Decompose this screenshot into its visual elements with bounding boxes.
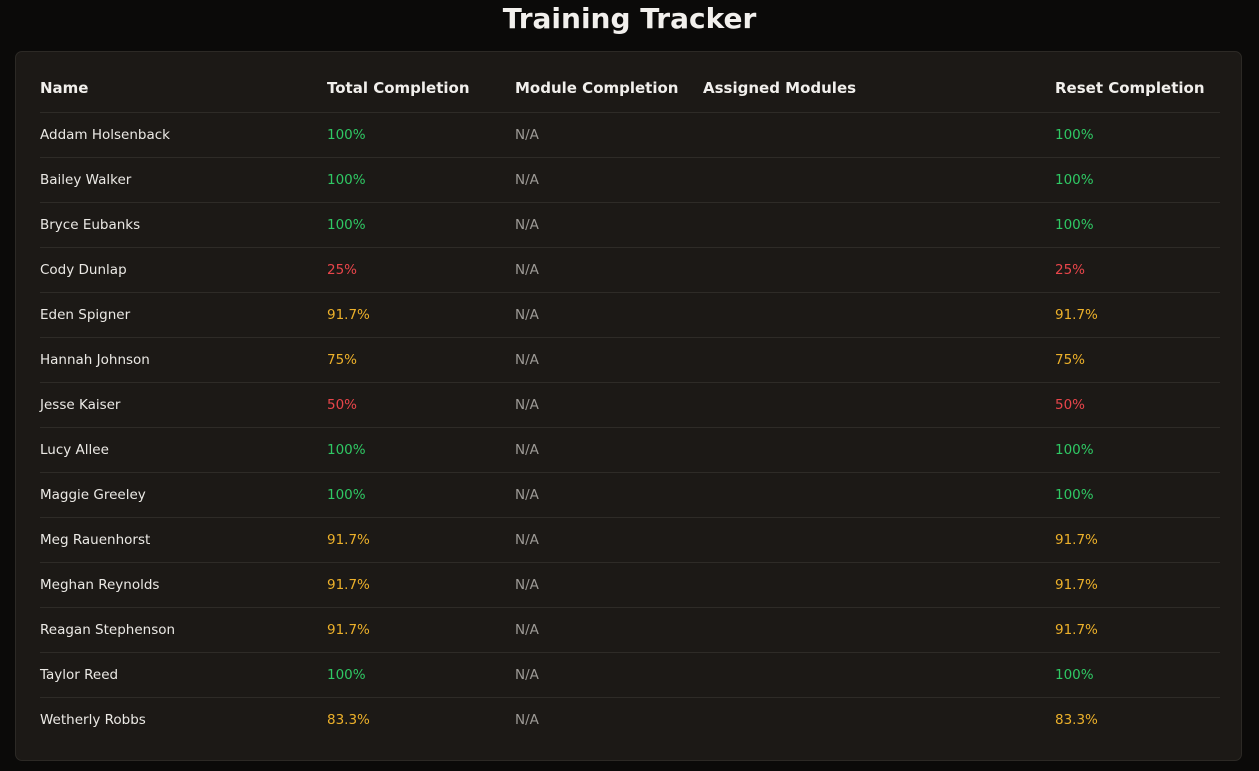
- cell-assigned-modules: [703, 382, 1055, 428]
- cell-module-completion: N/A: [515, 517, 703, 563]
- table-row: Lucy Allee 100% N/A 100%: [40, 427, 1220, 473]
- cell-module-completion: N/A: [515, 112, 703, 158]
- cell-total-completion: 100%: [327, 472, 515, 518]
- training-table: Name Total Completion Module Completion …: [40, 64, 1220, 742]
- cell-reset-completion: 100%: [1055, 427, 1220, 473]
- tracker-card: Name Total Completion Module Completion …: [15, 51, 1242, 761]
- table-row: Wetherly Robbs 83.3% N/A 83.3%: [40, 698, 1220, 743]
- cell-module-completion: N/A: [515, 652, 703, 698]
- table-row: Addam Holsenback 100% N/A 100%: [40, 112, 1220, 158]
- cell-total-completion: 91.7%: [327, 517, 515, 563]
- cell-reset-completion: 100%: [1055, 472, 1220, 518]
- cell-module-completion: N/A: [515, 472, 703, 518]
- column-header-total-completion: Total Completion: [327, 64, 515, 113]
- cell-assigned-modules: [703, 607, 1055, 653]
- cell-reset-completion: 75%: [1055, 337, 1220, 383]
- cell-assigned-modules: [703, 247, 1055, 293]
- cell-name: Hannah Johnson: [40, 337, 327, 383]
- cell-reset-completion: 25%: [1055, 247, 1220, 293]
- cell-assigned-modules: [703, 157, 1055, 203]
- cell-reset-completion: 91.7%: [1055, 292, 1220, 338]
- cell-total-completion: 75%: [327, 337, 515, 383]
- cell-total-completion: 83.3%: [327, 712, 370, 728]
- cell-total-completion: 100%: [327, 427, 515, 473]
- cell-name: Meg Rauenhorst: [40, 517, 327, 563]
- cell-total-completion: 100%: [327, 202, 515, 248]
- column-header-assigned-modules: Assigned Modules: [703, 64, 1055, 113]
- cell-reset-completion: 91.7%: [1055, 517, 1220, 563]
- cell-module-completion: N/A: [515, 247, 703, 293]
- table-row: Hannah Johnson 75% N/A 75%: [40, 337, 1220, 383]
- cell-module-completion: N/A: [515, 382, 703, 428]
- cell-module-completion: N/A: [515, 292, 703, 338]
- cell-reset-completion: 100%: [1055, 157, 1220, 203]
- cell-total-completion: 100%: [327, 157, 515, 203]
- cell-module-completion: N/A: [515, 712, 539, 728]
- cell-assigned-modules: [703, 562, 1055, 608]
- cell-assigned-modules: [703, 472, 1055, 518]
- table-row: Cody Dunlap 25% N/A 25%: [40, 247, 1220, 293]
- table-row: Maggie Greeley 100% N/A 100%: [40, 472, 1220, 518]
- cell-total-completion: 100%: [327, 112, 515, 158]
- cell-reset-completion: 91.7%: [1055, 562, 1220, 608]
- cell-reset-completion: 50%: [1055, 382, 1220, 428]
- table-row: Meg Rauenhorst 91.7% N/A 91.7%: [40, 517, 1220, 563]
- cell-name: Taylor Reed: [40, 652, 327, 698]
- cell-name: Wetherly Robbs: [40, 712, 146, 728]
- cell-name: Reagan Stephenson: [40, 607, 327, 653]
- cell-reset-completion: 100%: [1055, 202, 1220, 248]
- cell-module-completion: N/A: [515, 562, 703, 608]
- cell-reset-completion: 100%: [1055, 652, 1220, 698]
- table-row: Meghan Reynolds 91.7% N/A 91.7%: [40, 562, 1220, 608]
- cell-module-completion: N/A: [515, 157, 703, 203]
- cell-name: Cody Dunlap: [40, 247, 327, 293]
- cell-reset-completion: 91.7%: [1055, 607, 1220, 653]
- cell-assigned-modules: [703, 112, 1055, 158]
- cell-assigned-modules: [703, 517, 1055, 563]
- cell-assigned-modules: [703, 427, 1055, 473]
- cell-module-completion: N/A: [515, 427, 703, 473]
- cell-total-completion: 25%: [327, 247, 515, 293]
- cell-assigned-modules: [703, 202, 1055, 248]
- table-row: Bailey Walker 100% N/A 100%: [40, 157, 1220, 203]
- table-row: Bryce Eubanks 100% N/A 100%: [40, 202, 1220, 248]
- cell-name: Bailey Walker: [40, 157, 327, 203]
- column-header-reset-completion: Reset Completion: [1055, 64, 1220, 113]
- column-header-name: Name: [40, 64, 327, 113]
- column-header-module-completion: Module Completion: [515, 64, 703, 113]
- table-row: Jesse Kaiser 50% N/A 50%: [40, 382, 1220, 428]
- cell-module-completion: N/A: [515, 337, 703, 383]
- table-row: Reagan Stephenson 91.7% N/A 91.7%: [40, 607, 1220, 653]
- cell-total-completion: 91.7%: [327, 562, 515, 608]
- table-row: Taylor Reed 100% N/A 100%: [40, 652, 1220, 698]
- cell-name: Lucy Allee: [40, 427, 327, 473]
- cell-assigned-modules: [703, 292, 1055, 338]
- cell-assigned-modules: [703, 652, 1055, 698]
- cell-assigned-modules: [703, 337, 1055, 383]
- cell-total-completion: 91.7%: [327, 607, 515, 653]
- table-header-row: Name Total Completion Module Completion …: [40, 64, 1220, 113]
- cell-assigned-modules: [703, 698, 1055, 743]
- table-row: Eden Spigner 91.7% N/A 91.7%: [40, 292, 1220, 338]
- cell-total-completion: 91.7%: [327, 292, 515, 338]
- cell-module-completion: N/A: [515, 202, 703, 248]
- cell-name: Jesse Kaiser: [40, 382, 327, 428]
- cell-reset-completion: 83.3%: [1055, 712, 1098, 728]
- cell-module-completion: N/A: [515, 607, 703, 653]
- cell-name: Eden Spigner: [40, 292, 327, 338]
- cell-reset-completion: 100%: [1055, 112, 1220, 158]
- cell-name: Addam Holsenback: [40, 112, 327, 158]
- cell-name: Maggie Greeley: [40, 472, 327, 518]
- cell-total-completion: 100%: [327, 652, 515, 698]
- cell-total-completion: 50%: [327, 382, 515, 428]
- page-title: Training Tracker: [502, 2, 757, 35]
- cell-name: Bryce Eubanks: [40, 202, 327, 248]
- table-body: Addam Holsenback 100% N/A 100% Bailey Walker…: [40, 112, 1220, 743]
- cell-name: Meghan Reynolds: [40, 562, 327, 608]
